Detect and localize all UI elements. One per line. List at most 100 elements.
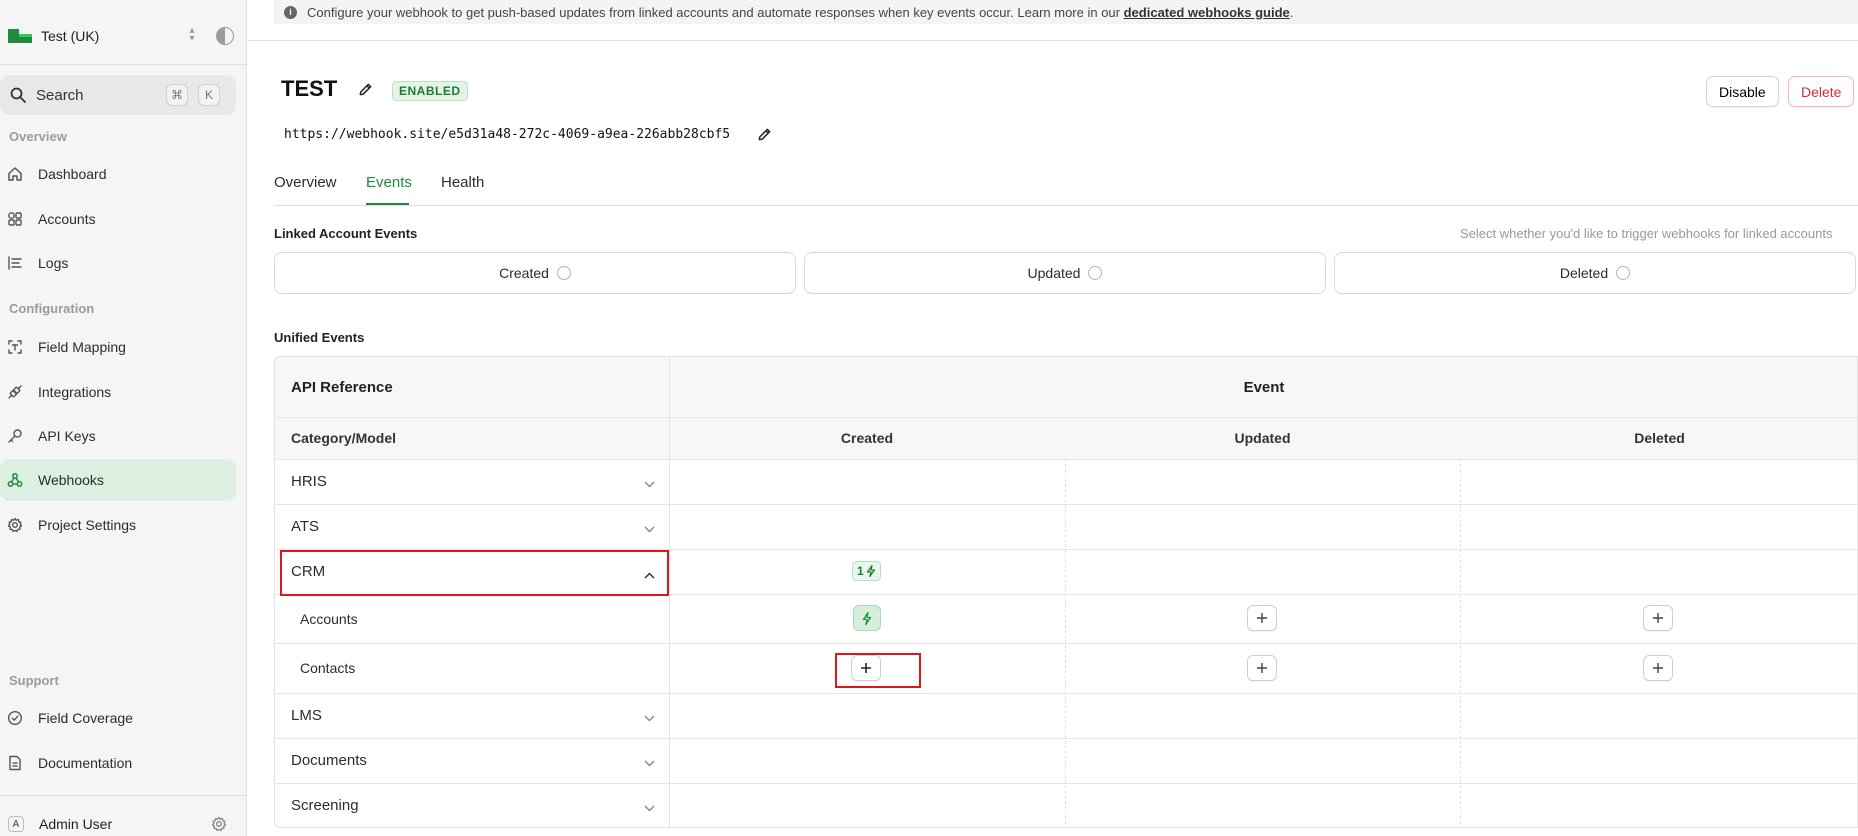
sidebar-toggle-icon[interactable]	[216, 27, 234, 45]
integrations-icon	[7, 384, 23, 400]
tab-overview[interactable]: Overview	[274, 174, 337, 191]
plus-icon	[1653, 613, 1663, 623]
sidebar: Test (UK) ▴ ▾ Search ⌘ K Overview Dashboa…	[0, 0, 247, 836]
category-row-crm[interactable]: CRM	[275, 549, 669, 594]
accounts-created-enabled-button[interactable]	[853, 605, 881, 631]
api-reference-header: API Reference	[291, 378, 393, 396]
webhooks-icon	[7, 472, 23, 488]
category-label: Screening	[291, 797, 359, 814]
unified-events-title: Unified Events	[274, 330, 365, 345]
webhooks-guide-link[interactable]: dedicated webhooks guide	[1124, 5, 1290, 20]
section-support: Support	[9, 673, 59, 688]
check-circle-icon	[7, 710, 23, 726]
category-row-hris[interactable]: HRIS	[275, 459, 669, 504]
search-label: Search	[36, 86, 84, 104]
model-row-contacts: Contacts	[275, 643, 669, 693]
sidebar-item-field-coverage[interactable]: Field Coverage	[0, 697, 236, 739]
tab-bar: Overview Events Health	[274, 172, 1858, 206]
linked-event-created[interactable]: Created	[274, 252, 796, 294]
sidebar-divider	[0, 64, 247, 65]
model-row-accounts: Accounts	[275, 594, 669, 643]
gear-icon	[7, 517, 23, 533]
user-name: Admin User	[39, 816, 113, 832]
contacts-created-add-button[interactable]	[851, 655, 881, 681]
table-divider	[1065, 459, 1066, 827]
sidebar-item-webhooks[interactable]: Webhooks	[0, 459, 236, 501]
plus-icon	[861, 663, 871, 673]
unified-events-table: API Reference Event Category/Model Creat…	[274, 356, 1858, 828]
user-menu[interactable]: A Admin User	[0, 812, 247, 836]
linked-event-updated[interactable]: Updated	[804, 252, 1326, 294]
contacts-deleted-add-button[interactable]	[1643, 655, 1673, 681]
workspace-name: Test (UK)	[41, 28, 100, 44]
bolt-icon	[862, 611, 872, 625]
linked-account-events-title: Linked Account Events	[274, 226, 418, 241]
category-row-ats[interactable]: ATS	[275, 504, 669, 549]
chevron-down-icon	[644, 754, 655, 771]
sidebar-item-label: Integrations	[38, 384, 112, 400]
sidebar-item-accounts[interactable]: Accounts	[0, 198, 236, 240]
accounts-deleted-add-button[interactable]	[1643, 605, 1673, 631]
accounts-updated-add-button[interactable]	[1247, 605, 1277, 631]
sidebar-item-api-keys[interactable]: API Keys	[0, 415, 236, 457]
edit-name-icon[interactable]	[358, 82, 373, 101]
banner-suffix: .	[1289, 4, 1294, 20]
sidebar-item-integrations[interactable]: Integrations	[0, 371, 236, 413]
sidebar-item-label: Project Settings	[38, 517, 137, 533]
workspace-switcher[interactable]: Test (UK) ▴ ▾	[0, 16, 247, 56]
section-overview: Overview	[9, 129, 67, 144]
field-mapping-icon	[7, 339, 23, 355]
sidebar-item-documentation[interactable]: Documentation	[0, 742, 236, 784]
category-row-documents[interactable]: Documents	[275, 738, 669, 783]
sidebar-item-field-mapping[interactable]: Field Mapping	[0, 326, 236, 368]
bolt-icon	[866, 565, 875, 577]
sidebar-item-label: Logs	[38, 255, 69, 271]
home-icon	[7, 166, 23, 182]
created-checkbox[interactable]	[556, 266, 571, 280]
linked-account-events-hint: Select whether you'd like to trigger web…	[1460, 226, 1833, 241]
shortcut-mod-key: ⌘	[166, 84, 188, 106]
sidebar-item-label: API Keys	[38, 428, 96, 444]
chevron-down-icon	[644, 475, 655, 492]
search-icon	[10, 87, 26, 103]
category-row-lms[interactable]: LMS	[275, 693, 669, 738]
workspace-logo	[8, 29, 32, 43]
sidebar-item-label: Field Coverage	[38, 710, 133, 726]
category-label: LMS	[291, 707, 322, 724]
search-button[interactable]: Search ⌘ K	[0, 75, 236, 115]
sidebar-item-project-settings[interactable]: Project Settings	[0, 504, 236, 546]
category-label: Documents	[291, 752, 367, 769]
category-row-screening[interactable]: Screening	[275, 783, 669, 827]
plus-icon	[1653, 663, 1663, 673]
delete-button[interactable]: Delete	[1788, 76, 1855, 107]
deleted-checkbox[interactable]	[1616, 266, 1631, 280]
sidebar-item-label: Field Mapping	[38, 339, 126, 355]
sidebar-item-label: Dashboard	[38, 166, 107, 182]
contacts-updated-add-button[interactable]	[1247, 655, 1277, 681]
category-label: CRM	[291, 563, 326, 580]
section-configuration: Configuration	[9, 301, 95, 316]
updated-checkbox[interactable]	[1088, 266, 1103, 280]
page-title: TEST	[281, 76, 338, 101]
chevron-down-icon	[644, 520, 655, 537]
info-icon: i	[284, 5, 297, 19]
status-badge: ENABLED	[392, 81, 468, 101]
plus-icon	[1257, 663, 1267, 673]
chevron-up-icon	[644, 566, 655, 583]
sidebar-item-label: Accounts	[38, 211, 96, 227]
tab-events[interactable]: Events	[366, 174, 412, 191]
disable-button[interactable]: Disable	[1706, 76, 1779, 107]
model-label: Contacts	[300, 660, 356, 676]
sidebar-item-logs[interactable]: Logs	[0, 242, 236, 284]
linked-event-label: Updated	[1027, 265, 1081, 281]
sidebar-item-dashboard[interactable]: Dashboard	[0, 153, 236, 195]
updated-column-header: Updated	[1234, 430, 1291, 446]
avatar: A	[8, 816, 24, 832]
tab-health[interactable]: Health	[441, 174, 484, 191]
header-divider	[247, 40, 1858, 41]
linked-event-label: Created	[499, 265, 549, 281]
linked-event-deleted[interactable]: Deleted	[1334, 252, 1856, 294]
user-settings-icon[interactable]	[211, 816, 227, 836]
edit-url-icon[interactable]	[757, 127, 772, 146]
chevron-up-down-icon[interactable]: ▴ ▾	[186, 26, 198, 45]
